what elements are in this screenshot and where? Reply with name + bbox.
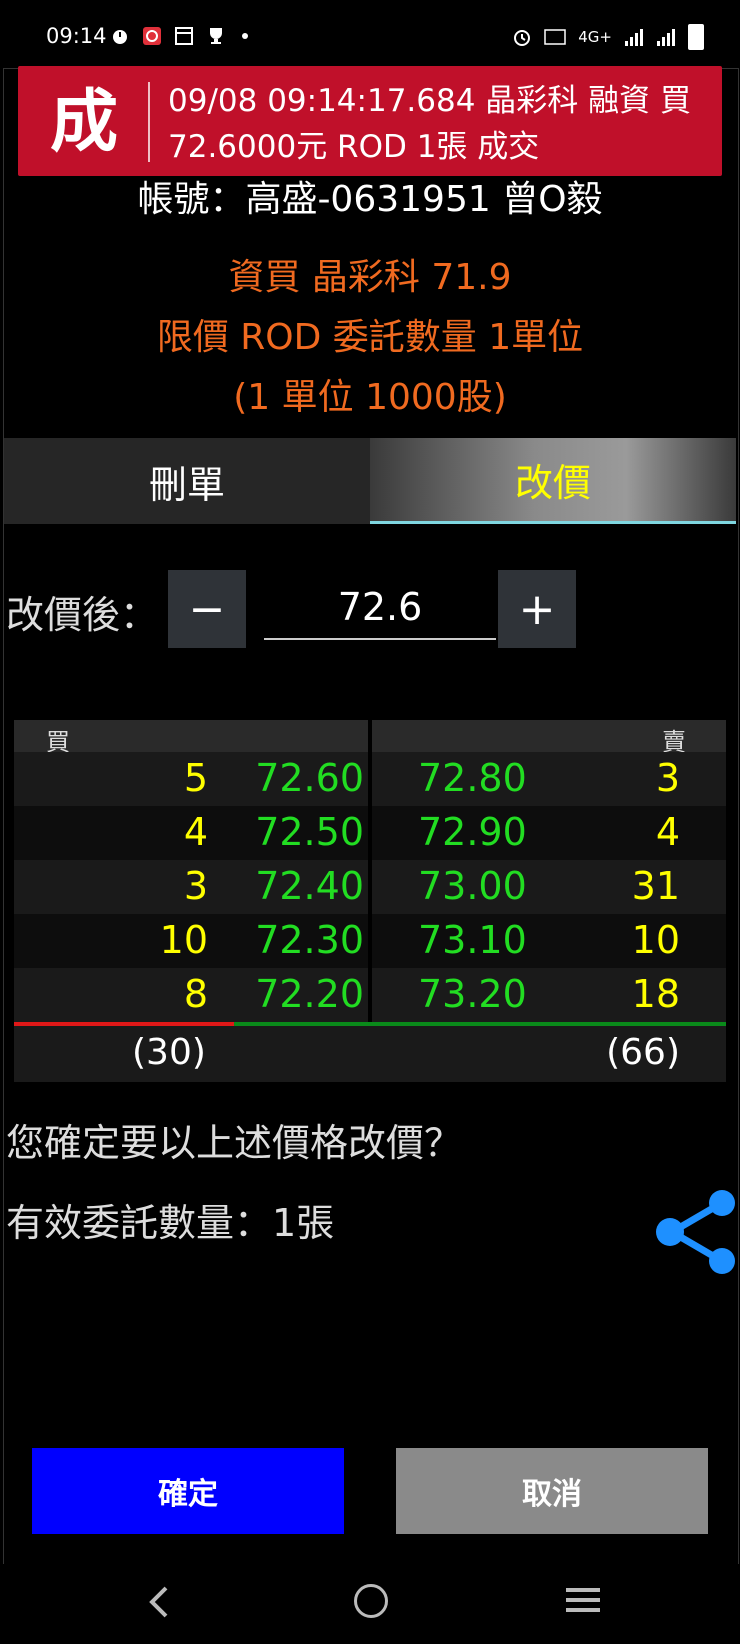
bid-volume: 4 [183, 810, 208, 854]
ask-volume: 10 [631, 918, 680, 962]
order-line3: (1 單位 1000股) [233, 377, 507, 418]
bid-volume: 8 [183, 972, 208, 1016]
alarm-clock-icon [514, 30, 531, 46]
ask-price: 72.90 [418, 810, 527, 854]
ask-volume: 18 [631, 972, 680, 1016]
order-summary: 資買 晶彩科 71.9 限價 ROD 委託數量 1單位 (1 單位 1000股) [0, 248, 740, 428]
new-price-input[interactable] [264, 576, 496, 640]
order-book-row[interactable]: 4 72.50 72.90 4 [14, 806, 726, 860]
ask-volume: 31 [631, 864, 680, 908]
bid-total: (30) [132, 1032, 206, 1073]
ask-price: 73.20 [418, 972, 527, 1016]
bid-cell: 8 72.20 [14, 968, 368, 1022]
trade-notification[interactable]: 成 09/08 09:14:17.684 晶彩科 融資 買 72.6000元 R… [18, 66, 722, 176]
decrease-price-button[interactable]: − [168, 570, 246, 648]
bid-price: 72.30 [255, 918, 364, 962]
ask-volume: 3 [655, 756, 680, 800]
bid-cell: 3 72.40 [14, 860, 368, 914]
system-nav-bar [0, 1564, 740, 1644]
bid-volume: 3 [183, 864, 208, 908]
divider [148, 82, 150, 162]
volte-icon [544, 29, 566, 45]
action-tabs: 刪單 改價 [4, 438, 736, 524]
home-icon[interactable] [354, 1584, 388, 1618]
calendar-icon [175, 27, 193, 45]
order-book-totals: (30) (66) [14, 1026, 726, 1082]
status-right-icons: 4G+ [512, 24, 704, 50]
tab-modify-price[interactable]: 改價 [370, 438, 736, 524]
back-icon[interactable] [140, 1582, 180, 1622]
increase-price-button[interactable]: + [498, 570, 576, 648]
ask-price: 73.00 [418, 864, 527, 908]
alarm-icon [113, 30, 127, 44]
bid-price: 72.40 [255, 864, 364, 908]
filled-badge: 成 [49, 82, 118, 162]
order-book-row[interactable]: 10 72.30 73.10 10 [14, 914, 726, 968]
share-icon[interactable] [652, 1190, 738, 1274]
status-left-icons [110, 26, 248, 46]
ask-cell: 73.10 10 [372, 914, 726, 968]
sell-header: 賣 [372, 720, 726, 756]
bid-price: 72.60 [255, 756, 364, 800]
ask-cell: 72.80 3 [372, 752, 726, 806]
effective-quantity: 有效委託數量：1張 [6, 1201, 335, 1245]
confirm-button[interactable]: 確定 [32, 1448, 344, 1534]
price-editor: 改價後： − + [6, 568, 736, 650]
bid-price: 72.20 [255, 972, 364, 1016]
order-book-row[interactable]: 5 72.60 72.80 3 [14, 752, 726, 806]
notification-dot-icon [242, 33, 248, 39]
bid-cell: 5 72.60 [14, 752, 368, 806]
notification-line2: 72.6000元 ROD 1張 成交 [168, 129, 540, 165]
order-line2: 限價 ROD 委託數量 1單位 [156, 317, 584, 358]
confirm-question: 您確定要以上述價格改價？ [6, 1121, 463, 1165]
bid-cell: 4 72.50 [14, 806, 368, 860]
notification-line1: 09/08 09:14:17.684 晶彩科 融資 買 [168, 83, 692, 119]
ask-volume: 4 [655, 810, 680, 854]
ask-cell: 72.90 4 [372, 806, 726, 860]
cancel-button[interactable]: 取消 [396, 1448, 708, 1534]
ask-total: (66) [606, 1032, 680, 1073]
new-price-label: 改價後： [6, 593, 159, 637]
battery-icon [688, 24, 704, 50]
ask-price: 72.80 [418, 756, 527, 800]
trophy-icon [210, 28, 222, 44]
bid-volume: 10 [159, 918, 208, 962]
ask-cell: 73.20 18 [372, 968, 726, 1022]
notification-text: 09/08 09:14:17.684 晶彩科 融資 買 72.6000元 ROD… [168, 78, 718, 170]
app-icon [143, 27, 161, 45]
order-book-header: 買 賣 [14, 720, 726, 756]
buy-header: 買 [14, 720, 368, 756]
ask-price: 73.10 [418, 918, 527, 962]
network-type: 4G+ [578, 28, 612, 46]
ask-cell: 73.00 31 [372, 860, 726, 914]
bid-price: 72.50 [255, 810, 364, 854]
status-time: 09:14 [46, 24, 107, 48]
order-book: 買 賣 5 72.60 72.80 3 4 72.50 72.90 4 3 72… [14, 720, 726, 1082]
order-book-row[interactable]: 8 72.20 73.20 18 [14, 968, 726, 1022]
account-info: 帳號：高盛-0631951 曾O毅 [137, 179, 603, 220]
bid-volume: 5 [183, 756, 208, 800]
tab-delete-order[interactable]: 刪單 [4, 438, 370, 524]
order-line1: 資買 晶彩科 71.9 [228, 257, 512, 298]
recent-apps-icon[interactable] [566, 1586, 600, 1614]
order-book-row[interactable]: 3 72.40 73.00 31 [14, 860, 726, 914]
signal-icon-2 [657, 29, 675, 46]
signal-icon [625, 29, 643, 46]
bid-cell: 10 72.30 [14, 914, 368, 968]
